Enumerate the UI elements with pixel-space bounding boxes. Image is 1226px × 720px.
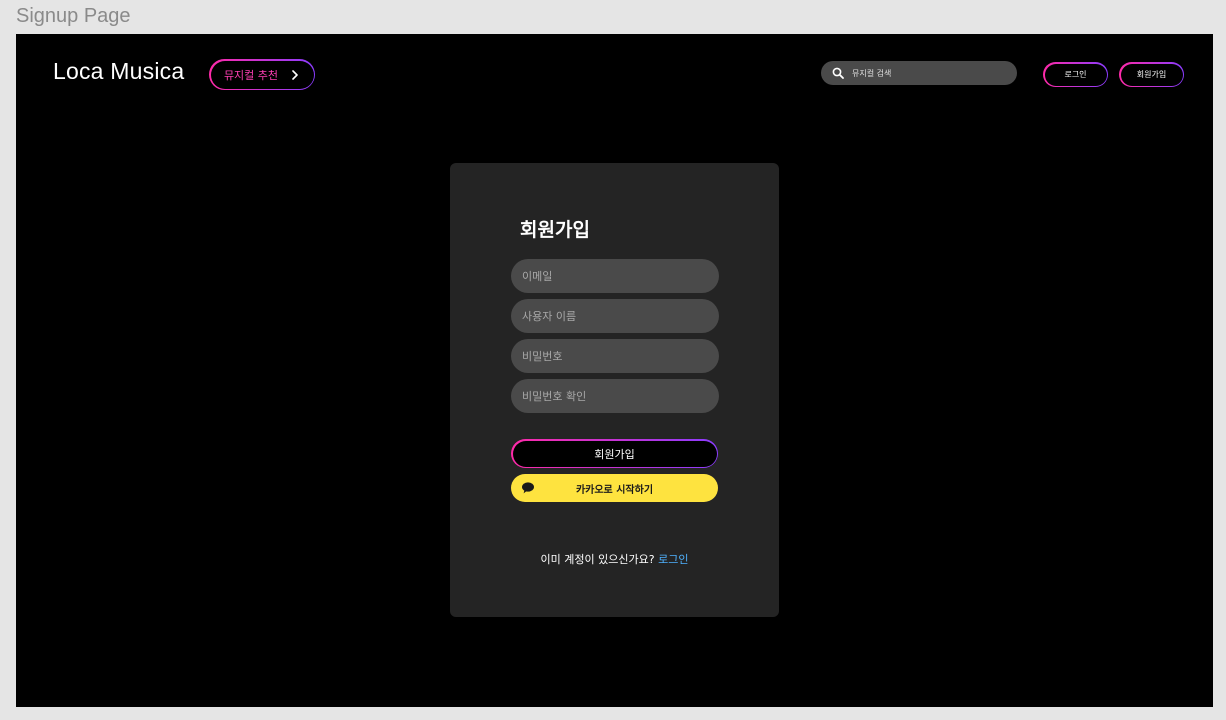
kakao-login-button[interactable]: 카카오로 시작하기 (511, 474, 718, 502)
login-button-label: 로그인 (1064, 70, 1087, 79)
search-bar[interactable] (821, 61, 1017, 85)
signup-submit-label: 회원가입 (594, 447, 635, 461)
logo[interactable]: Loca Musica (53, 58, 184, 85)
login-link[interactable]: 로그인 (658, 553, 688, 566)
musical-recommend-button[interactable]: 뮤지컬 추천 (209, 59, 315, 90)
username-field[interactable] (511, 299, 719, 333)
search-icon (832, 67, 844, 79)
password-field[interactable] (511, 339, 719, 373)
has-account-text: 이미 계정이 있으신가요? (540, 553, 659, 566)
signup-card: 회원가입 회원가입 카카오로 시작하기 이미 계정이 있으신가요? 로그인 (450, 163, 779, 617)
signup-submit-button[interactable]: 회원가입 (511, 439, 718, 468)
signup-button-label: 회원가입 (1136, 70, 1167, 79)
login-button[interactable]: 로그인 (1043, 62, 1108, 87)
kakao-login-label: 카카오로 시작하기 (575, 484, 654, 496)
musical-recommend-label: 뮤지컬 추천 (223, 68, 279, 82)
chevron-right-icon (290, 69, 300, 80)
signup-page: Loca Musica 뮤지컬 추천 로그인 회원가입 회원가입 회원가입 (16, 34, 1213, 707)
search-input[interactable] (852, 68, 1012, 78)
speech-bubble-icon (521, 482, 535, 494)
password-confirm-field[interactable] (511, 379, 719, 413)
has-account-prompt: 이미 계정이 있으신가요? 로그인 (450, 551, 779, 567)
frame-label: Signup Page (16, 5, 131, 27)
signup-button[interactable]: 회원가입 (1119, 62, 1184, 87)
email-field[interactable] (511, 259, 719, 293)
signup-title: 회원가입 (520, 219, 590, 241)
